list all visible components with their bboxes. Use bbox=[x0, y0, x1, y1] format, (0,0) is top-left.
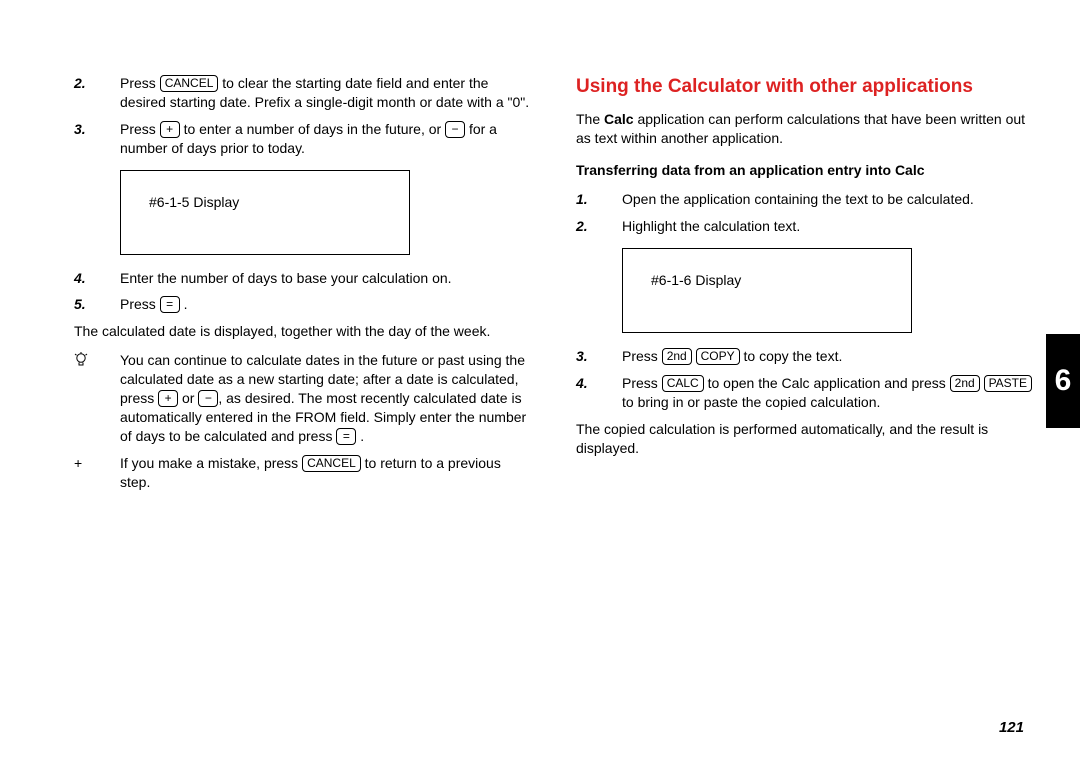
step-number: 3. bbox=[576, 347, 622, 366]
step-number: 4. bbox=[576, 374, 622, 412]
text: Press bbox=[120, 121, 160, 137]
step-body: Press = . bbox=[120, 295, 532, 314]
key-equals: = bbox=[160, 296, 180, 313]
step-body: Open the application containing the text… bbox=[622, 190, 1034, 209]
step-body: Press CANCEL to clear the starting date … bbox=[120, 74, 532, 112]
rstep-3: 3. Press 2nd COPY to copy the text. bbox=[576, 347, 1034, 366]
rstep-1: 1. Open the application containing the t… bbox=[576, 190, 1034, 209]
key-cancel: CANCEL bbox=[160, 75, 219, 92]
tip-body: If you make a mistake, press CANCEL to r… bbox=[120, 454, 532, 492]
display-text: #6-1-6 Display bbox=[651, 272, 741, 288]
text: Press bbox=[120, 296, 160, 312]
step-number: 3. bbox=[74, 120, 120, 158]
step-body: Highlight the calculation text. bbox=[622, 217, 1034, 236]
step-body: Press + to enter a number of days in the… bbox=[120, 120, 532, 158]
step-number: 2. bbox=[576, 217, 622, 236]
step-3: 3. Press + to enter a number of days in … bbox=[74, 120, 532, 158]
step-5: 5. Press = . bbox=[74, 295, 532, 314]
intro-paragraph: The Calc application can perform calcula… bbox=[576, 110, 1034, 148]
tip-bulb: You can continue to calculate dates in t… bbox=[74, 351, 532, 445]
step-body: Press 2nd COPY to copy the text. bbox=[622, 347, 1034, 366]
key-copy: COPY bbox=[696, 348, 740, 365]
result-paragraph: The calculated date is displayed, togeth… bbox=[74, 322, 532, 341]
left-column: 2. Press CANCEL to clear the starting da… bbox=[74, 74, 532, 730]
display-box-1: #6-1-5 Display bbox=[120, 170, 410, 255]
text: Press bbox=[120, 75, 160, 91]
text: to bring in or paste the copied calculat… bbox=[622, 394, 880, 410]
text: to copy the text. bbox=[740, 348, 843, 364]
step-number: 2. bbox=[74, 74, 120, 112]
display-text: #6-1-5 Display bbox=[149, 194, 239, 210]
rstep-4: 4. Press CALC to open the Calc applicati… bbox=[576, 374, 1034, 412]
key-plus: + bbox=[158, 390, 178, 407]
section-heading: Using the Calculator with other applicat… bbox=[576, 74, 1034, 100]
tip-body: You can continue to calculate dates in t… bbox=[120, 351, 532, 445]
key-equals: = bbox=[336, 428, 356, 445]
text: to enter a number of days in the future,… bbox=[180, 121, 445, 137]
text bbox=[980, 375, 984, 391]
step-body: Enter the number of days to base your ca… bbox=[120, 269, 532, 288]
chapter-number: 6 bbox=[1055, 361, 1072, 402]
key-calc: CALC bbox=[662, 375, 704, 392]
step-2: 2. Press CANCEL to clear the starting da… bbox=[74, 74, 532, 112]
subsection-heading: Transferring data from an application en… bbox=[576, 161, 1034, 180]
step-4: 4. Enter the number of days to base your… bbox=[74, 269, 532, 288]
text: The bbox=[576, 111, 604, 127]
tip-plus: + If you make a mistake, press CANCEL to… bbox=[74, 454, 532, 492]
text: . bbox=[180, 296, 188, 312]
key-2nd: 2nd bbox=[662, 348, 692, 365]
key-plus: + bbox=[160, 121, 180, 138]
text: If you make a mistake, press bbox=[120, 455, 302, 471]
text-bold: Calc bbox=[604, 111, 634, 127]
key-minus: − bbox=[445, 121, 465, 138]
page-number: 121 bbox=[999, 718, 1024, 738]
text: Press bbox=[622, 375, 662, 391]
key-minus: − bbox=[198, 390, 218, 407]
step-body: Press CALC to open the Calc application … bbox=[622, 374, 1034, 412]
step-number: 1. bbox=[576, 190, 622, 209]
text: application can perform calculations tha… bbox=[576, 111, 1025, 146]
right-column: Using the Calculator with other applicat… bbox=[576, 74, 1034, 730]
display-box-2: #6-1-6 Display bbox=[622, 248, 912, 333]
key-2nd: 2nd bbox=[950, 375, 980, 392]
chapter-tab: 6 bbox=[1046, 334, 1080, 428]
text: . bbox=[356, 428, 364, 444]
text: to open the Calc application and press bbox=[704, 375, 950, 391]
key-cancel: CANCEL bbox=[302, 455, 361, 472]
rstep-2: 2. Highlight the calculation text. bbox=[576, 217, 1034, 236]
step-number: 4. bbox=[74, 269, 120, 288]
text: Press bbox=[622, 348, 662, 364]
plus-marker: + bbox=[74, 454, 120, 492]
result-paragraph-2: The copied calculation is performed auto… bbox=[576, 420, 1034, 458]
manual-page: 2. Press CANCEL to clear the starting da… bbox=[0, 0, 1080, 760]
key-paste: PASTE bbox=[984, 375, 1032, 392]
text: or bbox=[178, 390, 198, 406]
step-number: 5. bbox=[74, 295, 120, 314]
bulb-icon bbox=[74, 351, 120, 445]
